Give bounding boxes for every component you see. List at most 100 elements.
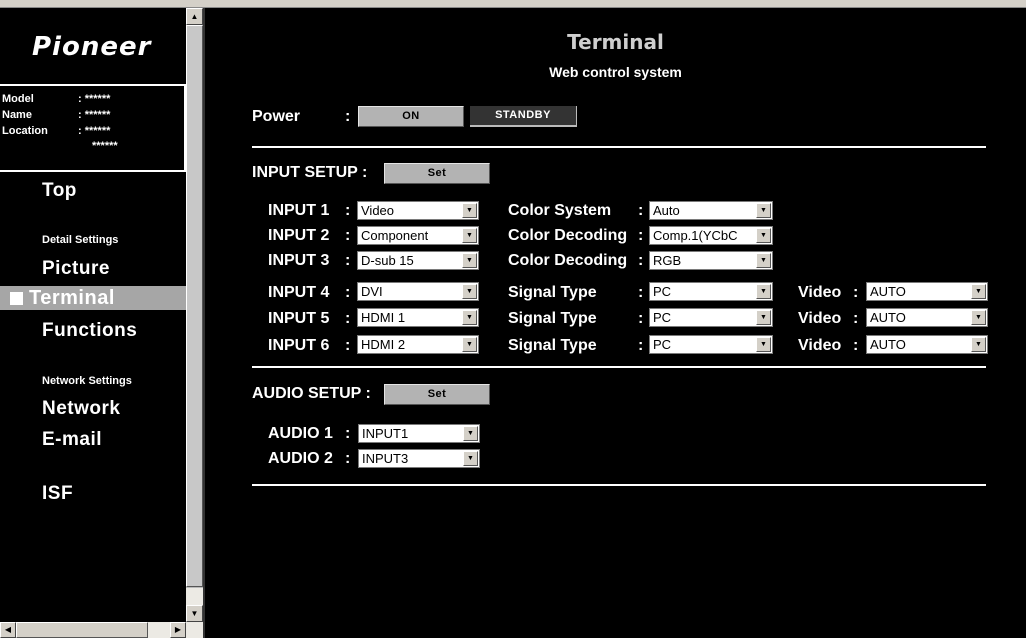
power-on-button[interactable]: ON: [358, 106, 464, 127]
audio-2-select[interactable]: INPUT3 ▼: [358, 449, 480, 468]
color-decoding-value-3: RGB: [653, 253, 682, 268]
signal-type-value-6: PC: [653, 337, 672, 352]
chevron-down-icon[interactable]: ▼: [756, 228, 771, 243]
video-select-5[interactable]: AUTO ▼: [866, 308, 988, 327]
signal-type-value-5: PC: [653, 310, 672, 325]
chevron-down-icon[interactable]: ▼: [462, 253, 477, 268]
colon: :: [345, 425, 351, 442]
chevron-down-icon[interactable]: ▼: [462, 203, 477, 218]
vertical-scroll-thumb[interactable]: [186, 25, 203, 587]
colon: :: [638, 227, 644, 244]
chevron-down-icon[interactable]: ▼: [756, 203, 771, 218]
input-6-label: INPUT 6: [268, 337, 330, 354]
video-value-6: AUTO: [870, 337, 906, 352]
chevron-down-icon[interactable]: ▼: [462, 228, 477, 243]
color-system-label: Color System: [508, 202, 612, 219]
color-system-value: Auto: [653, 203, 680, 218]
input-5-value: HDMI 1: [361, 310, 406, 325]
colon: :: [345, 310, 351, 327]
nav-email[interactable]: E-mail: [42, 429, 102, 451]
video-select-4[interactable]: AUTO ▼: [866, 282, 988, 301]
model-value: : ******: [78, 93, 111, 105]
audio-2-label: AUDIO 2: [268, 450, 333, 467]
scroll-up-arrow-icon[interactable]: ▲: [186, 8, 203, 25]
chevron-down-icon[interactable]: ▼: [462, 284, 477, 299]
nav-isf[interactable]: ISF: [42, 483, 73, 505]
chevron-down-icon[interactable]: ▼: [756, 337, 771, 352]
chevron-down-icon[interactable]: ▼: [971, 310, 986, 325]
name-row: Name : ******: [2, 107, 184, 123]
chevron-down-icon[interactable]: ▼: [463, 451, 478, 466]
input-4-select[interactable]: DVI ▼: [357, 282, 479, 301]
audio-setup-label: AUDIO SETUP :: [252, 385, 371, 402]
pioneer-logo: Pioneer: [32, 32, 152, 62]
colon: :: [345, 284, 351, 301]
chevron-down-icon[interactable]: ▼: [463, 426, 478, 441]
page-subtitle: Web control system: [549, 64, 682, 80]
input-1-select[interactable]: Video ▼: [357, 201, 479, 220]
colon: :: [638, 337, 644, 354]
colon: :: [345, 227, 351, 244]
power-standby-button[interactable]: STANDBY: [470, 106, 577, 127]
signal-type-label: Signal Type: [508, 310, 597, 327]
scroll-left-arrow-icon[interactable]: ◀: [0, 622, 16, 638]
horizontal-scroll-thumb[interactable]: [16, 622, 148, 638]
audio-1-value: INPUT1: [362, 426, 409, 441]
input-6-select[interactable]: HDMI 2 ▼: [357, 335, 479, 354]
nav-top[interactable]: Top: [42, 180, 77, 202]
video-select-6[interactable]: AUTO ▼: [866, 335, 988, 354]
active-marker-icon: [10, 292, 23, 305]
audio-1-select[interactable]: INPUT1 ▼: [358, 424, 480, 443]
video-label: Video: [798, 310, 842, 327]
input-1-value: Video: [361, 203, 395, 218]
nav-horizontal-scrollbar[interactable]: ◀ ▶: [0, 622, 203, 638]
signal-type-select-6[interactable]: PC ▼: [649, 335, 773, 354]
color-decoding-select-2[interactable]: Comp.1(YCbC ▼: [649, 226, 773, 245]
divider-1: [252, 146, 986, 148]
chevron-down-icon[interactable]: ▼: [971, 337, 986, 352]
location-label: Location: [2, 125, 48, 137]
nav-functions[interactable]: Functions: [42, 320, 137, 342]
chevron-down-icon[interactable]: ▼: [756, 284, 771, 299]
color-decoding-label: Color Decoding: [508, 252, 628, 269]
input-2-label: INPUT 2: [268, 227, 330, 244]
frame-divider: [203, 8, 205, 638]
input-3-select[interactable]: D-sub 15 ▼: [357, 251, 479, 270]
color-system-select[interactable]: Auto ▼: [649, 201, 773, 220]
nav-vertical-scrollbar[interactable]: ▲ ▼: [186, 8, 203, 622]
scroll-right-arrow-icon[interactable]: ▶: [170, 622, 186, 638]
model-label: Model: [2, 93, 34, 105]
chevron-down-icon[interactable]: ▼: [756, 310, 771, 325]
chevron-down-icon[interactable]: ▼: [756, 253, 771, 268]
nav-terminal-active[interactable]: Terminal: [0, 286, 186, 310]
input-3-value: D-sub 15: [361, 253, 414, 268]
input-setup-set-button[interactable]: Set: [384, 163, 490, 184]
chevron-down-icon[interactable]: ▼: [462, 310, 477, 325]
chevron-down-icon[interactable]: ▼: [971, 284, 986, 299]
power-colon: :: [345, 108, 351, 125]
input-4-label: INPUT 4: [268, 284, 330, 301]
signal-type-select-4[interactable]: PC ▼: [649, 282, 773, 301]
nav-picture[interactable]: Picture: [42, 258, 110, 280]
audio-2-value: INPUT3: [362, 451, 409, 466]
model-row: Model : ******: [2, 91, 184, 107]
audio-setup-set-button[interactable]: Set: [384, 384, 490, 405]
video-value-4: AUTO: [870, 284, 906, 299]
window-top-frame: [0, 0, 1026, 8]
input-1-label: INPUT 1: [268, 202, 330, 219]
device-info-box: Model : ****** Name : ****** Location : …: [0, 84, 186, 172]
input-5-select[interactable]: HDMI 1 ▼: [357, 308, 479, 327]
signal-type-select-5[interactable]: PC ▼: [649, 308, 773, 327]
colon: :: [638, 252, 644, 269]
color-decoding-value-2: Comp.1(YCbC: [653, 228, 738, 243]
video-value-5: AUTO: [870, 310, 906, 325]
color-decoding-select-3[interactable]: RGB ▼: [649, 251, 773, 270]
chevron-down-icon[interactable]: ▼: [462, 337, 477, 352]
name-value: : ******: [78, 109, 111, 121]
input-6-value: HDMI 2: [361, 337, 406, 352]
colon: :: [345, 337, 351, 354]
input-2-select[interactable]: Component ▼: [357, 226, 479, 245]
nav-network[interactable]: Network: [42, 398, 120, 420]
name-label: Name: [2, 109, 32, 121]
scroll-down-arrow-icon[interactable]: ▼: [186, 605, 203, 622]
